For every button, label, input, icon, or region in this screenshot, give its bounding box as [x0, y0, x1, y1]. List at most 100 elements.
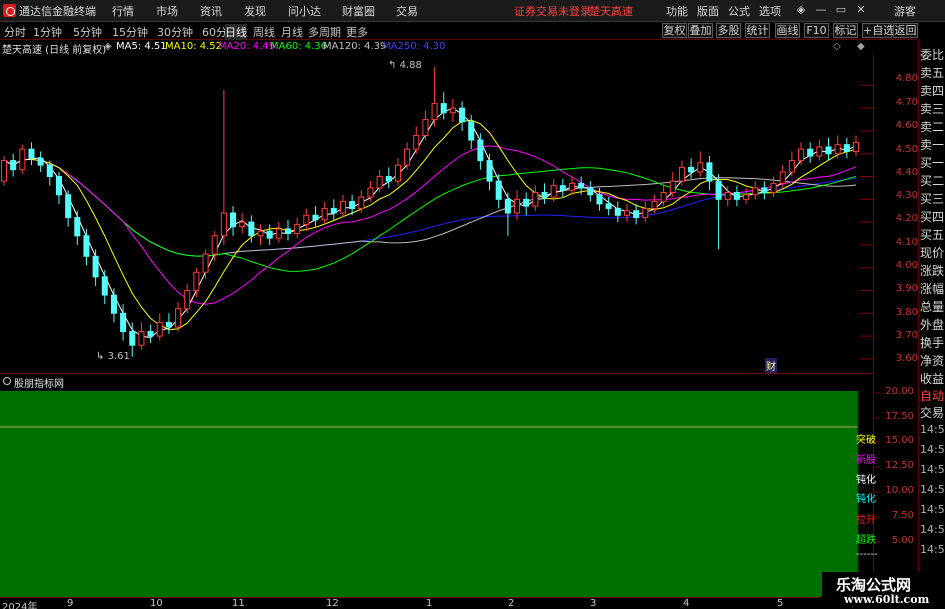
overlay-button[interactable]: 叠加	[688, 23, 713, 38]
candle[interactable]	[578, 182, 585, 189]
candle[interactable]	[394, 164, 401, 182]
candle[interactable]	[532, 191, 539, 207]
candle[interactable]	[541, 191, 548, 198]
maximize-icon[interactable]: ▭	[833, 2, 849, 18]
skin-icon[interactable]: ◈	[793, 2, 809, 18]
candle[interactable]	[486, 160, 493, 182]
candle[interactable]	[349, 201, 356, 209]
period-daily[interactable]: 日线	[225, 24, 247, 40]
candle[interactable]	[0, 160, 8, 182]
user-guest[interactable]: 游客	[894, 3, 916, 19]
candle[interactable]	[65, 194, 72, 219]
minimize-icon[interactable]: —	[813, 2, 829, 18]
candle[interactable]	[156, 321, 163, 337]
kline-chart[interactable]	[0, 55, 918, 609]
candle[interactable]	[257, 230, 264, 237]
candle[interactable]	[770, 182, 777, 193]
period-more[interactable]: 更多	[346, 24, 368, 40]
candle[interactable]	[275, 228, 282, 239]
auto-mode[interactable]: 自动	[920, 387, 944, 404]
draw-line-button[interactable]: 画线	[775, 23, 800, 38]
candle[interactable]	[660, 191, 667, 203]
candle[interactable]	[504, 198, 511, 214]
candle[interactable]	[184, 290, 191, 310]
menu-layout[interactable]: 版面	[697, 3, 719, 19]
candle[interactable]	[37, 157, 44, 166]
candle[interactable]	[568, 182, 576, 191]
candle[interactable]	[587, 187, 594, 196]
candle[interactable]	[523, 198, 530, 207]
candle[interactable]	[752, 187, 759, 196]
menu-trade[interactable]: 交易	[396, 3, 418, 19]
period-15min[interactable]: 15分钟	[112, 24, 148, 40]
candle[interactable]	[743, 194, 750, 200]
ma-toggle-icon[interactable]: ◈	[104, 41, 112, 52]
candle[interactable]	[449, 107, 456, 114]
menu-ask[interactable]: 问小达	[288, 3, 321, 19]
candle[interactable]	[92, 255, 99, 278]
candle[interactable]	[807, 148, 814, 157]
mark-button[interactable]: 标记	[833, 23, 858, 38]
candle[interactable]	[147, 331, 154, 337]
candle[interactable]	[367, 187, 374, 198]
candle[interactable]	[248, 221, 255, 237]
candle[interactable]	[614, 207, 621, 216]
candle[interactable]	[358, 196, 365, 209]
candle[interactable]	[852, 141, 860, 152]
zoom-out-icon[interactable]: ◇	[833, 41, 841, 52]
add-watchlist-button[interactable]: +自选	[862, 23, 894, 38]
indicator-title[interactable]: 股朋指标网	[14, 375, 64, 390]
candle[interactable]	[230, 212, 237, 228]
login-notice[interactable]: 证券交易未登录	[514, 3, 591, 19]
candle[interactable]	[312, 214, 319, 221]
candle[interactable]	[550, 185, 557, 198]
candle[interactable]	[55, 176, 62, 196]
menu-formula[interactable]: 公式	[728, 3, 750, 19]
candle[interactable]	[633, 210, 640, 219]
candle[interactable]	[761, 187, 768, 193]
candle[interactable]	[202, 253, 209, 273]
candle[interactable]	[339, 201, 346, 214]
candle[interactable]	[330, 207, 337, 214]
multi-stock-button[interactable]: 多股	[716, 23, 741, 38]
candle[interactable]	[120, 312, 127, 333]
candle[interactable]	[266, 230, 273, 239]
candle[interactable]	[19, 148, 26, 171]
candle[interactable]	[495, 180, 502, 200]
candle[interactable]	[788, 160, 795, 173]
candle[interactable]	[239, 221, 246, 228]
candle[interactable]	[83, 235, 90, 257]
menu-market[interactable]: 市场	[156, 3, 178, 19]
candle[interactable]	[724, 191, 731, 200]
candle[interactable]	[514, 198, 521, 214]
period-multi[interactable]: 多周期	[308, 24, 341, 40]
menu-news[interactable]: 资讯	[200, 3, 222, 19]
candle[interactable]	[605, 203, 612, 209]
candle[interactable]	[74, 217, 81, 237]
candle[interactable]	[101, 276, 108, 296]
candle[interactable]	[697, 162, 704, 173]
period-weekly[interactable]: 周线	[253, 24, 275, 40]
indicator-menu-icon[interactable]	[3, 377, 11, 385]
candle[interactable]	[688, 166, 695, 173]
candle[interactable]	[651, 201, 658, 209]
candle[interactable]	[211, 235, 218, 255]
back-button[interactable]: 返回	[893, 23, 918, 38]
financial-report-marker[interactable]: 财	[765, 358, 777, 373]
candle[interactable]	[129, 331, 136, 346]
menu-wealth[interactable]: 财富圈	[342, 3, 375, 19]
candle[interactable]	[193, 271, 200, 292]
menu-options[interactable]: 选项	[759, 3, 781, 19]
menu-function[interactable]: 功能	[666, 3, 688, 19]
trade-link[interactable]: 交易	[920, 404, 944, 421]
f10-button[interactable]: F10	[804, 23, 829, 38]
candle[interactable]	[385, 176, 392, 182]
candle[interactable]	[733, 191, 740, 200]
menu-quotes[interactable]: 行情	[112, 3, 134, 19]
candle[interactable]	[843, 144, 850, 152]
candle[interactable]	[404, 148, 411, 166]
restore-rights-button[interactable]: 复权	[662, 23, 687, 38]
candle[interactable]	[175, 308, 182, 328]
candle[interactable]	[440, 103, 447, 114]
candle[interactable]	[376, 176, 383, 189]
